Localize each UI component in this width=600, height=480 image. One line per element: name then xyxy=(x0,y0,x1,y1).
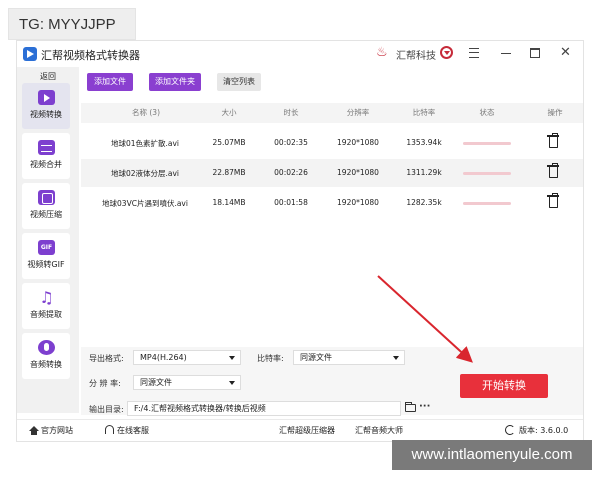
video-merge-icon xyxy=(38,140,55,155)
folder-icon[interactable] xyxy=(405,402,416,412)
file-bitrate: 1311.29k xyxy=(406,168,442,177)
brand-logo-icon: ♨ xyxy=(376,45,388,60)
chevron-down-icon xyxy=(229,356,235,360)
sidebar-item-audio-convert[interactable]: 音频转换 xyxy=(22,333,70,379)
file-duration: 00:02:26 xyxy=(274,168,308,177)
output-dir-field[interactable]: F:/4.汇帮视频格式转换器/转换后视频 xyxy=(127,401,401,416)
file-size: 25.07MB xyxy=(212,138,246,147)
menu-icon[interactable] xyxy=(469,48,479,58)
brand-name: 汇帮科技 xyxy=(396,51,436,62)
sidebar-item-video-to-gif[interactable]: GIF 视频转GIF xyxy=(22,233,70,279)
add-folder-button[interactable]: 添加文件夹 xyxy=(149,73,201,91)
version-label: 版本: 3.6.0.0 xyxy=(519,426,569,435)
sidebar-item-video-convert[interactable]: 视频转换 xyxy=(22,83,70,129)
minimize-icon[interactable] xyxy=(501,53,511,54)
bitrate-value: 同源文件 xyxy=(300,353,332,362)
status-progress-bar xyxy=(463,142,511,145)
start-convert-button[interactable]: 开始转换 xyxy=(460,374,548,398)
trash-icon[interactable] xyxy=(547,193,559,208)
file-name: 地球03VC片遇到噴伏.avi xyxy=(102,199,188,208)
output-format-select[interactable]: MP4(H.264) xyxy=(133,350,241,365)
file-bitrate: 1353.94k xyxy=(406,138,442,147)
resolution-value: 同源文件 xyxy=(140,378,172,387)
file-size: 18.14MB xyxy=(212,198,246,207)
watermark-bottom-right: www.intlaomenyule.com xyxy=(392,440,592,470)
column-header-size: 大小 xyxy=(221,108,237,117)
refresh-icon[interactable] xyxy=(505,425,515,435)
status-progress-bar xyxy=(463,172,511,175)
audio-convert-icon xyxy=(38,340,55,355)
sidebar-item-label: 视频转换 xyxy=(30,110,62,119)
watermark-top-left: TG: MYYJJPP xyxy=(8,8,136,40)
trash-icon[interactable] xyxy=(547,133,559,148)
sidebar-item-label: 视频压缩 xyxy=(30,210,62,219)
audio-master-link[interactable]: 汇帮音频大师 xyxy=(355,425,403,436)
sidebar-item-video-merge[interactable]: 视频合并 xyxy=(22,133,70,179)
chevron-down-icon xyxy=(229,381,235,385)
file-resolution: 1920*1080 xyxy=(337,138,379,147)
more-options-icon[interactable]: ··· xyxy=(419,401,430,412)
video-convert-icon xyxy=(38,90,55,105)
file-resolution: 1920*1080 xyxy=(337,168,379,177)
column-header-actions: 操作 xyxy=(547,108,563,117)
output-format-label: 导出格式: xyxy=(89,354,124,363)
bitrate-select[interactable]: 同源文件 xyxy=(293,350,405,365)
resolution-label: 分 辨 率: xyxy=(89,379,121,388)
online-support-link[interactable]: 在线客服 xyxy=(117,425,149,436)
column-header-name: 名称 (3) xyxy=(131,108,160,117)
maximize-icon[interactable] xyxy=(530,48,540,58)
app-window: 汇帮视频格式转换器 ♨ 汇帮科技 ✕ 返回 视频转换 视频合并 视频压缩 GIF… xyxy=(16,40,584,442)
sidebar-item-label: 视频合并 xyxy=(30,160,62,169)
column-header-bitrate: 比特率 xyxy=(412,108,436,117)
file-resolution: 1920*1080 xyxy=(337,198,379,207)
headset-icon xyxy=(105,425,114,434)
bitrate-label: 比特率: xyxy=(257,354,284,363)
title-bar: 汇帮视频格式转换器 ♨ 汇帮科技 ✕ xyxy=(17,41,583,67)
file-name: 地球01色素扩散.avi xyxy=(110,139,180,148)
table-row[interactable]: 地球02液体分层.avi 22.87MB 00:02:26 1920*1080 … xyxy=(81,159,583,187)
clear-list-button[interactable]: 清空列表 xyxy=(217,73,261,91)
column-header-resolution: 分辨率 xyxy=(346,108,370,117)
sidebar-item-label: 音频转换 xyxy=(30,360,62,369)
app-title: 汇帮视频格式转换器 xyxy=(41,49,140,62)
column-header-duration: 时长 xyxy=(283,108,299,117)
chevron-down-icon xyxy=(393,356,399,360)
table-row[interactable]: 地球03VC片遇到噴伏.avi 18.14MB 00:01:58 1920*10… xyxy=(81,189,583,217)
output-format-value: MP4(H.264) xyxy=(140,353,187,362)
trash-icon[interactable] xyxy=(547,163,559,178)
resolution-select[interactable]: 同源文件 xyxy=(133,375,241,390)
file-size: 22.87MB xyxy=(212,168,246,177)
table-header: 名称 (3) 大小 时长 分辨率 比特率 状态 操作 xyxy=(81,103,583,123)
sidebar-item-audio-extract[interactable]: ♫ 音频提取 xyxy=(22,283,70,329)
file-duration: 00:01:58 xyxy=(274,198,308,207)
sidebar-item-label: 音频提取 xyxy=(30,310,62,319)
sidebar-item-video-compress[interactable]: 视频压缩 xyxy=(22,183,70,229)
column-header-status: 状态 xyxy=(479,108,495,117)
back-button[interactable]: 返回 xyxy=(17,71,79,82)
video-compress-icon xyxy=(38,190,55,205)
file-bitrate: 1282.35k xyxy=(406,198,442,207)
footer-bar: 官方网站 在线客服 汇帮超级压缩器 汇帮音频大师 版本: 3.6.0.0 xyxy=(17,419,583,441)
sidebar: 返回 视频转换 视频合并 视频压缩 GIF 视频转GIF ♫ 音频提取 音频转换 xyxy=(17,67,79,413)
add-file-button[interactable]: 添加文件 xyxy=(87,73,133,91)
close-icon[interactable]: ✕ xyxy=(560,45,571,60)
output-dir-label: 输出目录: xyxy=(89,405,124,414)
file-name: 地球02液体分层.avi xyxy=(110,169,180,178)
sidebar-item-label: 视频转GIF xyxy=(27,260,65,269)
official-site-link[interactable]: 官方网站 xyxy=(41,425,73,436)
file-duration: 00:02:35 xyxy=(274,138,308,147)
home-icon xyxy=(29,426,39,435)
output-dir-value: F:/4.汇帮视频格式转换器/转换后视频 xyxy=(134,404,266,413)
favorite-icon[interactable] xyxy=(440,46,453,59)
table-row[interactable]: 地球01色素扩散.avi 25.07MB 00:02:35 1920*1080 … xyxy=(81,129,583,157)
compressor-link[interactable]: 汇帮超级压缩器 xyxy=(279,425,335,436)
app-logo-icon xyxy=(23,47,37,61)
output-settings-panel: 导出格式: MP4(H.264) 比特率: 同源文件 分 辨 率: 同源文件 输… xyxy=(81,347,583,416)
status-progress-bar xyxy=(463,202,511,205)
music-icon: ♫ xyxy=(39,288,54,307)
gif-icon: GIF xyxy=(38,240,55,255)
